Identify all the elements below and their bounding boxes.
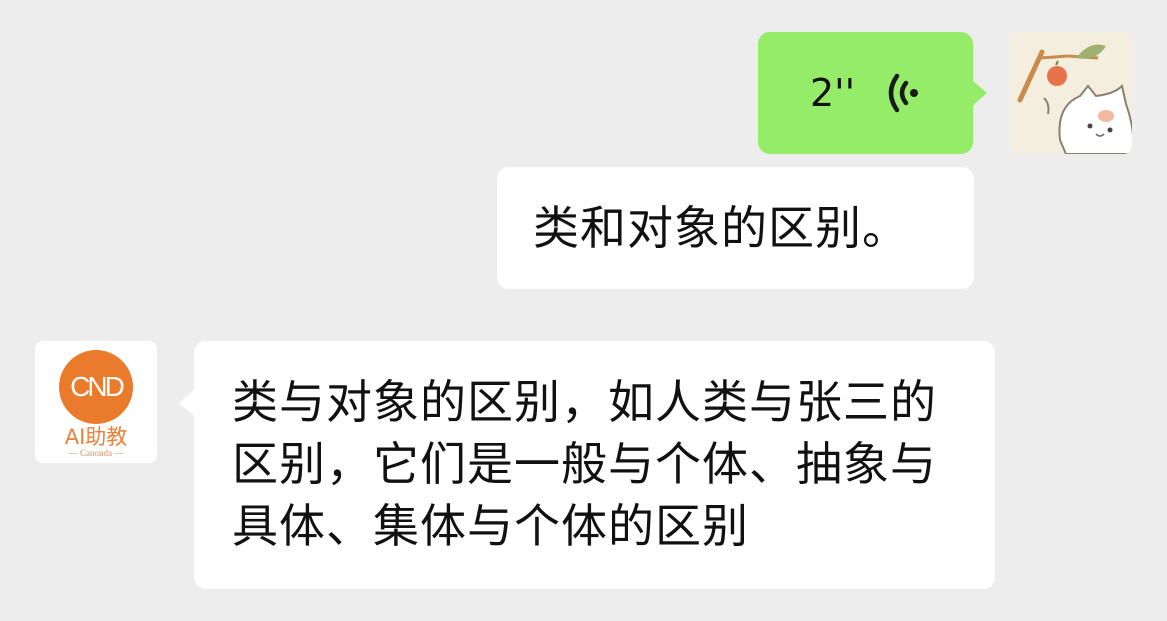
incoming-text-bubble[interactable]: 类与对象的区别，如人类与张三的区别，它们是一般与个体、抽象与具体、集体与个体的区… <box>179 341 995 589</box>
outgoing-text-bubble[interactable]: 类和对象的区别。 <box>497 167 974 289</box>
brand-label: AI助教 <box>64 425 128 449</box>
brand-sub-label: — Canonda — <box>68 448 124 458</box>
voice-duration: 2'' <box>810 71 856 115</box>
user-avatar[interactable] <box>1010 32 1132 154</box>
message-text: 类和对象的区别。 <box>533 201 909 255</box>
chat-window: 2'' 类和对象的区别。 CND AI助教 — Canonda — 类与对象的区… <box>0 0 1167 621</box>
voice-message-bubble[interactable]: 2'' <box>758 32 987 154</box>
message-text: 类与对象的区别，如人类与张三的区别，它们是一般与个体、抽象与具体、集体与个体的区… <box>232 375 937 553</box>
cat-avatar-icon <box>1010 32 1132 154</box>
voice-wave-icon <box>888 73 918 113</box>
brand-logo: CND <box>59 350 133 424</box>
assistant-avatar[interactable]: CND AI助教 — Canonda — <box>35 341 157 463</box>
